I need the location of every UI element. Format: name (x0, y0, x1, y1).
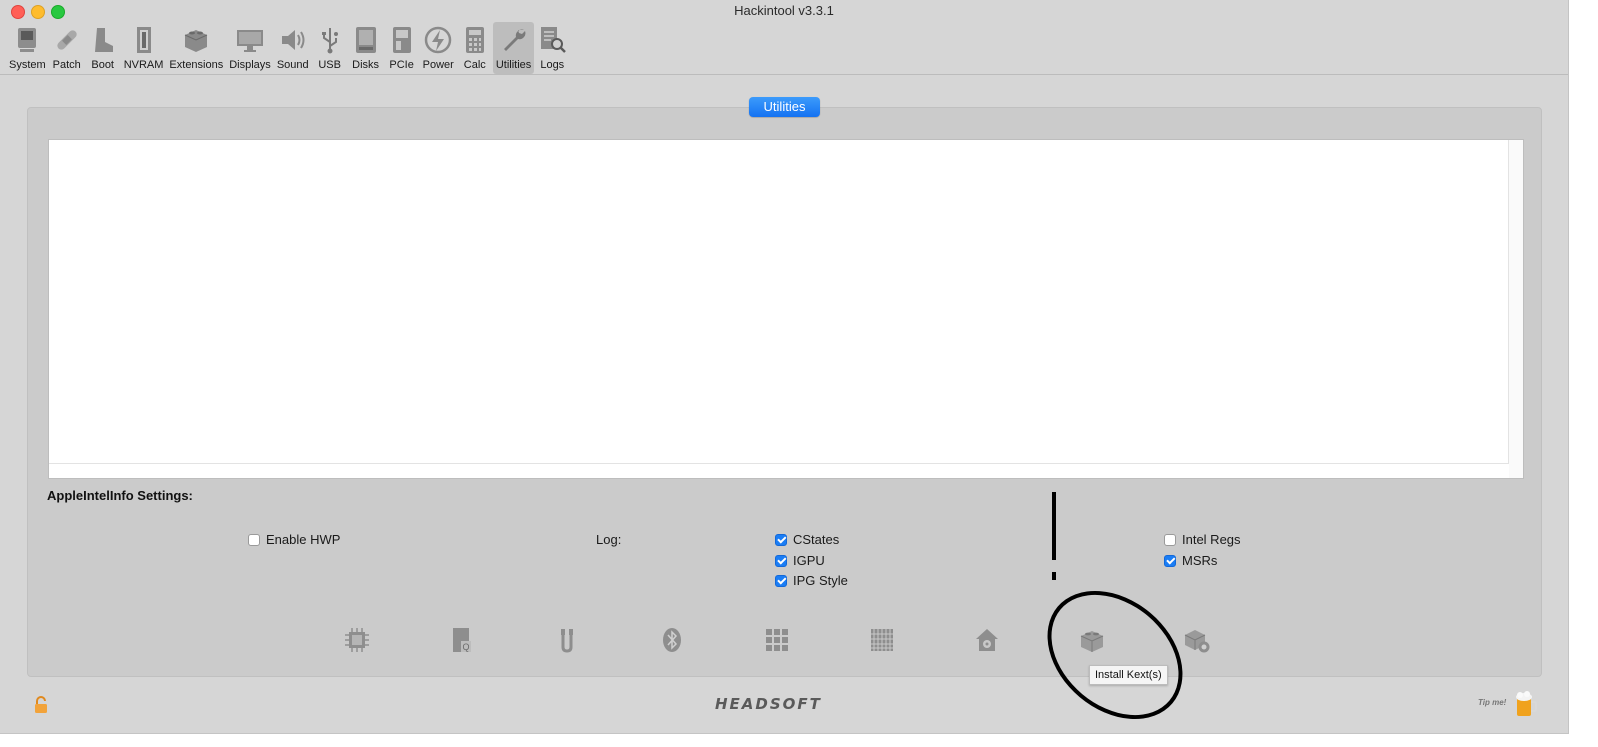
minimize-window-button[interactable] (31, 5, 45, 19)
bluetooth-icon (663, 628, 681, 652)
zoom-window-button[interactable] (51, 5, 65, 19)
log-label: Log: (596, 532, 622, 547)
toolbar-item-nvram[interactable]: NVRAM (121, 22, 167, 74)
bandage-icon (57, 30, 77, 50)
speaker-icon (281, 30, 305, 50)
checkbox-box[interactable] (775, 554, 787, 567)
toolbar-item-patch[interactable]: Patch (49, 22, 85, 74)
msrs-checkbox[interactable]: MSRs (1164, 553, 1217, 568)
checkbox-label: CStates (793, 532, 840, 547)
window-title: Hackintool v3.3.1 (734, 3, 834, 18)
toolbar-item-calc[interactable]: Calc (457, 22, 493, 74)
kext-settings-icon (1184, 630, 1210, 653)
enable-hwp-checkbox[interactable]: Enable HWP (248, 532, 340, 547)
ipg-style-checkbox[interactable]: IPG Style (775, 573, 848, 588)
toolbar-label: Patch (52, 59, 81, 71)
kext-settings-button[interactable] (1183, 626, 1211, 654)
grid-apps-button[interactable] (763, 626, 791, 654)
close-window-button[interactable] (11, 5, 25, 19)
usb-icon (321, 28, 338, 54)
keyboard-grid-button[interactable] (868, 626, 896, 654)
checkbox-label: Intel Regs (1182, 532, 1241, 547)
display-icon (237, 30, 264, 52)
igpu-checkbox[interactable]: IGPU (775, 553, 825, 568)
checkbox-box[interactable] (775, 574, 787, 587)
svg-text:Q: Q (462, 642, 469, 652)
intel-regs-checkbox[interactable]: Intel Regs (1164, 532, 1241, 547)
horizontal-scrollbar[interactable] (49, 463, 1509, 478)
settings-title: AppleIntelInfo Settings: (47, 488, 193, 503)
toolbar-label: Disks (352, 59, 380, 71)
cpu-chip-icon (345, 628, 369, 652)
toolbar-item-pcie[interactable]: PCIe (384, 22, 420, 74)
bluetooth-button[interactable] (658, 626, 686, 654)
toolbar-item-disks[interactable]: Disks (348, 22, 384, 74)
title-bar: Hackintool v3.3.1 (0, 0, 1568, 22)
toolbar-label: NVRAM (123, 59, 164, 71)
grid-apps-icon (766, 629, 788, 651)
toolbar-item-boot[interactable]: Boot (85, 22, 121, 74)
checkbox-label: IPG Style (793, 573, 848, 588)
memory-icon (136, 27, 151, 53)
toolbar-separator (0, 74, 1568, 75)
toolbar-label: Boot (91, 59, 114, 71)
toolbar-item-usb[interactable]: USB (312, 22, 348, 74)
checkbox-label: MSRs (1182, 553, 1218, 568)
toolbar-label: Calc (463, 59, 486, 71)
beer-mug-icon[interactable] (1514, 690, 1538, 718)
toolbar-item-sound[interactable]: Sound (274, 22, 312, 74)
toolbar-label: USB (318, 59, 341, 71)
tip-me-label[interactable]: Tip me! (1478, 698, 1506, 707)
toolbar-item-power[interactable]: Power (420, 22, 457, 74)
cpu-chip-button[interactable] (343, 626, 371, 654)
usb-cables-button[interactable] (553, 626, 581, 654)
pcie-card-icon (392, 27, 411, 53)
disk-q-icon: Q (453, 628, 471, 652)
checkbox-box[interactable] (1164, 533, 1176, 546)
vertical-scrollbar[interactable] (1508, 140, 1523, 478)
toolbar-label: Utilities (495, 59, 532, 71)
toolbar-label: Logs (540, 59, 565, 71)
install-kext-tooltip: Install Kext(s) (1089, 665, 1168, 685)
toolbar-label: Extensions (169, 59, 224, 71)
boot-icon (94, 28, 113, 52)
toolbar-item-system[interactable]: System (6, 22, 49, 74)
annotation-line (1052, 492, 1056, 560)
computer-icon (18, 28, 37, 52)
wrench-icon (503, 29, 525, 51)
toolbar-label: System (9, 59, 46, 71)
lock-icon[interactable] (32, 696, 50, 714)
disk-icon (355, 27, 376, 53)
tab-utilities[interactable]: Utilities (749, 97, 820, 117)
checkbox-label: Enable HWP (266, 532, 341, 547)
cstates-checkbox[interactable]: CStates (775, 532, 839, 547)
toolbar-label: Displays (229, 59, 271, 71)
output-text-view[interactable] (48, 139, 1524, 479)
lego-brick-icon (185, 30, 208, 52)
checkbox-box[interactable] (775, 533, 787, 546)
annotation-dot (1052, 572, 1056, 580)
home-disk-icon (976, 629, 998, 651)
utility-actions-row: Q (0, 626, 1568, 656)
checkbox-box[interactable] (248, 533, 260, 546)
app-window: Hackintool v3.3.1 System Patch Boot NVRA… (0, 0, 1569, 734)
usb-cables-icon (561, 629, 573, 653)
toolbar-label: Power (422, 59, 454, 71)
disk-q-button[interactable]: Q (448, 626, 476, 654)
log-magnifier-icon (541, 27, 567, 53)
toolbar-item-utilities[interactable]: Utilities (492, 22, 535, 74)
toolbar-item-logs[interactable]: Logs (534, 22, 570, 74)
power-bolt-icon (424, 26, 452, 54)
calculator-icon (465, 27, 484, 53)
toolbar-item-displays[interactable]: Displays (226, 22, 274, 74)
keyboard-grid-icon (871, 629, 893, 651)
toolbar-label: Sound (276, 59, 309, 71)
checkbox-label: IGPU (793, 553, 825, 568)
toolbar-item-extensions[interactable]: Extensions (166, 22, 226, 74)
checkbox-box[interactable] (1164, 554, 1176, 567)
toolbar-label: PCIe (389, 59, 414, 71)
headsoft-logo[interactable]: HEADSOFT (715, 695, 822, 713)
home-disk-button[interactable] (973, 626, 1001, 654)
main-toolbar: System Patch Boot NVRAM Extensions Displ… (6, 22, 570, 74)
